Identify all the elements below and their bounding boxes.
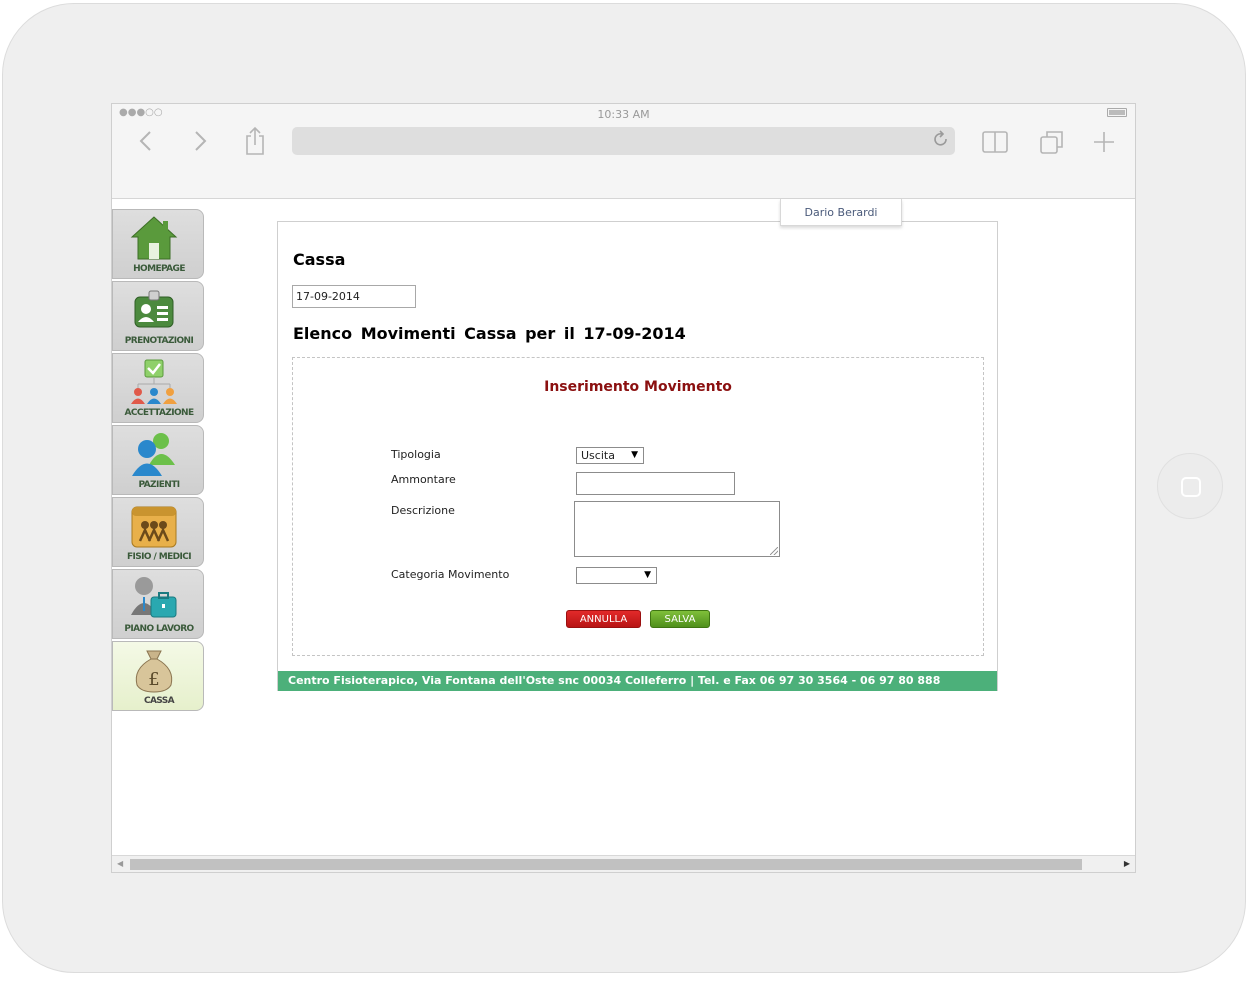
sidebar-item-label: ACCETTAZIONE (124, 408, 194, 418)
status-bar: ●●●○○ 10:33 AM (112, 104, 1135, 124)
footer-bar: Centro Fisioterapico, Via Fontana dell'O… (278, 671, 997, 691)
sidebar-item-label: FISIO / MEDICI (126, 552, 192, 562)
sidebar-item-piano-lavoro[interactable]: PIANO LAVORO (112, 569, 204, 639)
scrollbar-thumb[interactable] (130, 859, 1082, 870)
cancel-button[interactable]: ANNULLA (566, 610, 641, 628)
home-square-icon (1181, 477, 1201, 497)
sidebar-item-label: PAZIENTI (138, 480, 181, 490)
form-title: Inserimento Movimento (544, 379, 732, 395)
save-button[interactable]: SALVA (650, 610, 710, 628)
ammontare-label: Ammontare (391, 473, 456, 486)
forward-icon[interactable] (194, 130, 208, 152)
sidebar-item-label: CASSA (143, 696, 175, 706)
movement-form: Inserimento Movimento Tipologia Uscita ▼… (292, 357, 984, 656)
new-tab-icon[interactable] (1093, 131, 1115, 153)
url-bar[interactable] (292, 127, 955, 155)
briefcase-user-icon (131, 577, 177, 618)
share-icon[interactable] (244, 126, 266, 156)
back-icon[interactable] (138, 130, 152, 152)
tipologia-label: Tipologia (391, 448, 441, 461)
horizontal-scrollbar[interactable]: ◀ ▶ (112, 855, 1135, 872)
home-icon (130, 216, 178, 260)
reload-icon[interactable] (933, 130, 949, 148)
categoria-label: Categoria Movimento (391, 568, 510, 581)
sidebar-item-prenotazioni[interactable]: PRENOTAZIONI (112, 281, 204, 351)
date-field[interactable]: 17-09-2014 (292, 285, 416, 308)
bookmarks-icon[interactable] (982, 131, 1008, 153)
list-title: Elenco Movimenti Cassa per il 17-09-2014 (293, 324, 686, 343)
user-menu[interactable]: Dario Berardi (780, 199, 902, 226)
categoria-select[interactable]: ▼ (576, 567, 657, 584)
scroll-right-icon[interactable]: ▶ (1124, 859, 1130, 868)
id-card-icon (134, 290, 174, 328)
org-chart-icon (131, 359, 177, 404)
tipologia-value: Uscita (581, 449, 615, 462)
ammontare-input[interactable] (576, 472, 735, 495)
team-folder-icon (131, 506, 177, 548)
sidebar-item-pazienti[interactable]: PAZIENTI (112, 425, 204, 495)
sidebar-item-label: PIANO LAVORO (124, 624, 194, 634)
sidebar-item-cassa[interactable]: £ CASSA (112, 641, 204, 711)
tablet-screen: ●●●○○ 10:33 AM HOMEPAGE PRENOTAZIONI ACC… (111, 103, 1136, 873)
dropdown-arrow-icon: ▼ (644, 570, 651, 580)
money-bag-icon: £ (135, 650, 173, 693)
web-content: HOMEPAGE PRENOTAZIONI ACCETTAZIONE PAZIE… (112, 199, 1135, 857)
scroll-left-icon[interactable]: ◀ (117, 859, 123, 868)
main-panel: Cassa 17-09-2014 Elenco Movimenti Cassa … (277, 221, 998, 691)
descrizione-textarea[interactable] (574, 501, 780, 557)
resize-grip-icon[interactable] (770, 547, 778, 555)
descrizione-label: Descrizione (391, 504, 455, 517)
svg-text:£: £ (148, 669, 159, 690)
tabs-icon[interactable] (1040, 130, 1064, 154)
sidebar-item-label: HOMEPAGE (133, 264, 185, 274)
tablet-home-button[interactable] (1157, 453, 1223, 519)
sidebar-item-accettazione[interactable]: ACCETTAZIONE (112, 353, 204, 423)
sidebar-item-fisio-medici[interactable]: FISIO / MEDICI (112, 497, 204, 567)
sidebar-item-homepage[interactable]: HOMEPAGE (112, 209, 204, 279)
browser-toolbar (112, 124, 1135, 199)
battery-icon (1107, 108, 1127, 117)
status-time: 10:33 AM (597, 108, 650, 121)
dropdown-arrow-icon: ▼ (631, 450, 638, 460)
tipologia-select[interactable]: Uscita ▼ (576, 447, 644, 464)
page-title: Cassa (293, 250, 346, 269)
sidebar-item-label: PRENOTAZIONI (124, 336, 194, 346)
users-icon (132, 433, 175, 476)
